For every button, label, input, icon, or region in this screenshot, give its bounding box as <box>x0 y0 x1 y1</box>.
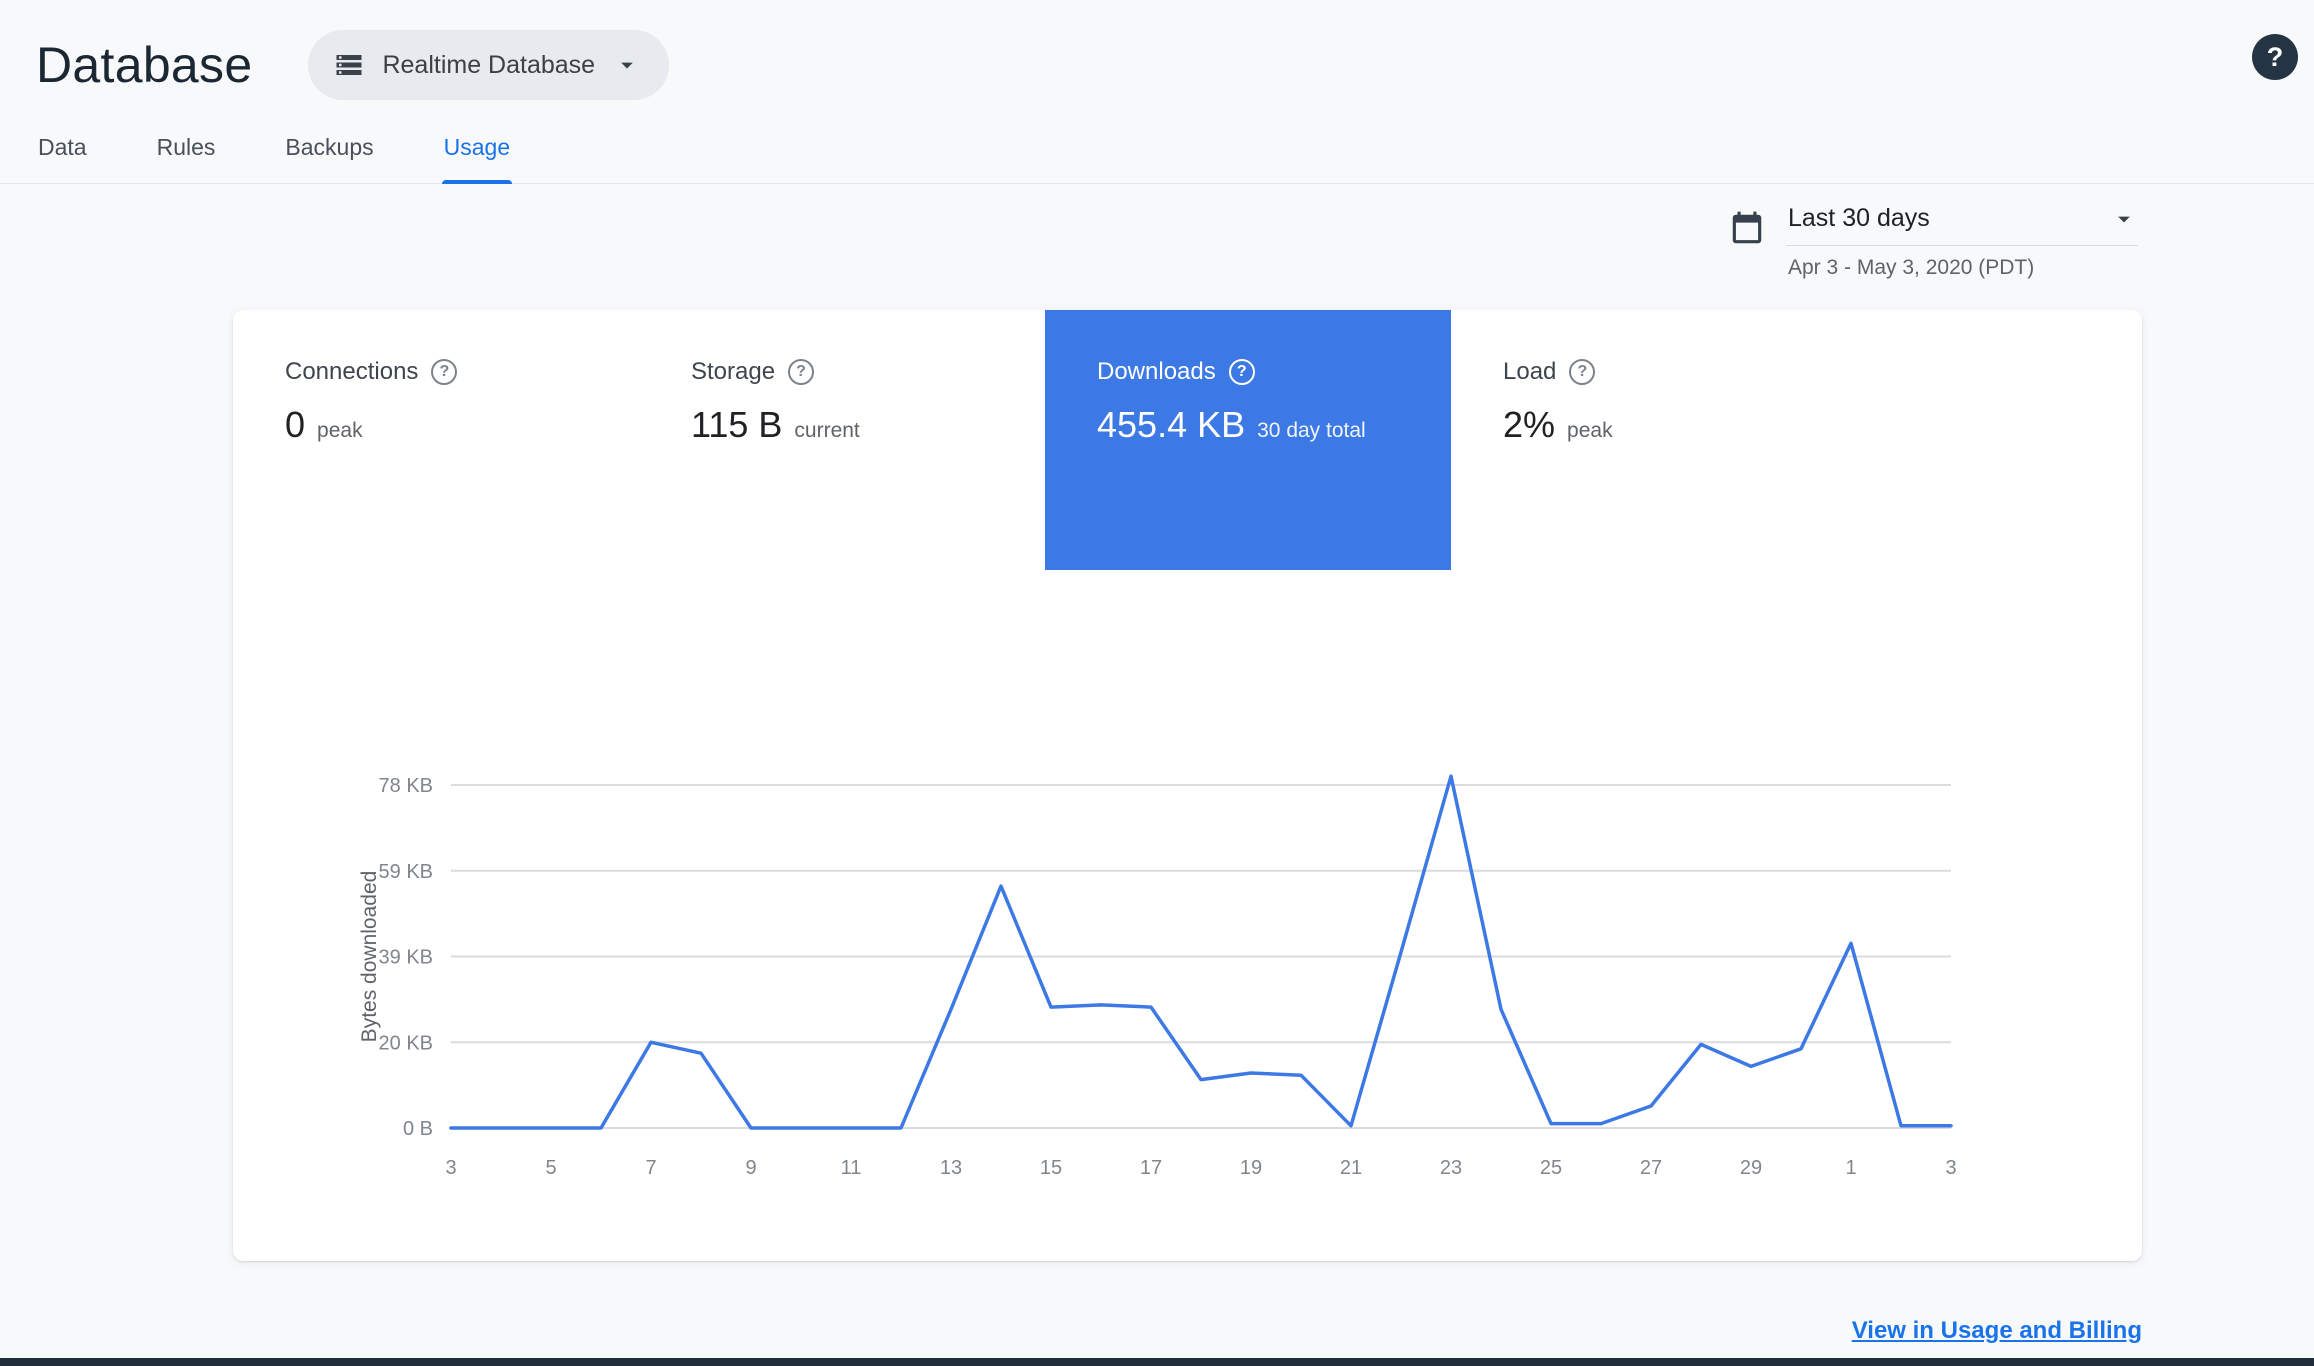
svg-text:3: 3 <box>1945 1157 1956 1179</box>
help-circle-icon[interactable]: ? <box>1569 359 1596 385</box>
usage-card: Connections ? 0 peak Storage ? 115 B cur… <box>233 310 2142 1261</box>
chart-area: 0 B 20 KB 39 KB 59 KB 78 KB 3 5 7 9 11 13 15 17 19 21 2… <box>356 730 2142 1200</box>
svg-text:5: 5 <box>545 1157 556 1179</box>
metric-tab-connections[interactable]: Connections ? 0 peak <box>233 310 639 570</box>
help-circle-icon[interactable]: ? <box>431 359 458 385</box>
metric-value: 2% <box>1503 404 1556 445</box>
metric-label: Downloads <box>1097 358 1216 385</box>
help-circle-icon[interactable]: ? <box>1228 359 1255 385</box>
svg-text:9: 9 <box>745 1157 756 1179</box>
svg-text:0 B: 0 B <box>403 1118 433 1140</box>
metric-value: 0 <box>285 404 306 445</box>
svg-text:13: 13 <box>940 1157 962 1179</box>
chevron-down-icon <box>613 51 641 79</box>
bottom-bar <box>0 1358 2314 1366</box>
metric-tabs: Connections ? 0 peak Storage ? 115 B cur… <box>233 310 2142 570</box>
metric-tab-load[interactable]: Load ? 2% peak <box>1451 310 1857 570</box>
metric-label: Connections <box>285 358 419 385</box>
svg-text:7: 7 <box>645 1157 656 1179</box>
page-title: Database <box>36 37 253 93</box>
realtime-database-usage-page: Database Realtime Database ? Data Rules … <box>0 0 2314 1366</box>
database-selector-label: Realtime Database <box>382 50 596 79</box>
downloads-chart: 0 B20 KB39 KB59 KB78 KB3 5 7 9 11 13 15 17 19 21 2… <box>358 774 1957 1179</box>
svg-text:29: 29 <box>1740 1157 1762 1179</box>
svg-text:3: 3 <box>445 1157 456 1179</box>
svg-text:15: 15 <box>1040 1157 1062 1179</box>
svg-text:27: 27 <box>1640 1157 1662 1179</box>
svg-text:39 KB: 39 KB <box>379 947 433 969</box>
date-range-label: Last 30 days <box>1788 204 1930 232</box>
svg-text:1: 1 <box>1845 1157 1856 1179</box>
calendar-icon <box>1728 210 1766 248</box>
usage-billing-link[interactable]: View in Usage and Billing <box>1852 1317 2142 1345</box>
database-selector[interactable]: Realtime Database <box>308 30 670 100</box>
svg-text:17: 17 <box>1140 1157 1162 1179</box>
help-button[interactable]: ? <box>2252 34 2298 80</box>
metric-tab-downloads[interactable]: Downloads ? 455.4 KB 30 day total <box>1045 310 1451 570</box>
metric-tab-storage[interactable]: Storage ? 115 B current <box>639 310 1045 570</box>
date-range-fields: Last 30 days Apr 3 - May 3, 2020 (PDT) <box>1786 202 2138 280</box>
metric-unit: current <box>794 419 860 442</box>
database-icon <box>334 50 364 80</box>
metric-unit: 30 day total <box>1257 419 1366 442</box>
tab-rules[interactable]: Rules <box>155 128 218 183</box>
metric-unit: peak <box>317 419 363 442</box>
svg-text:20 KB: 20 KB <box>379 1032 433 1054</box>
svg-text:59 KB: 59 KB <box>379 861 433 883</box>
svg-text:Bytes downloaded: Bytes downloaded <box>358 871 381 1043</box>
metric-label: Load <box>1503 358 1557 385</box>
tab-bar: Data Rules Backups Usage <box>0 100 2314 184</box>
header: Database Realtime Database ? <box>0 0 2314 100</box>
tab-data[interactable]: Data <box>36 128 89 183</box>
metric-value: 455.4 KB <box>1097 404 1246 445</box>
metric-label: Storage <box>691 358 776 385</box>
chevron-down-icon <box>2110 205 2138 233</box>
svg-text:23: 23 <box>1440 1157 1462 1179</box>
metric-unit: peak <box>1567 419 1613 442</box>
tab-usage[interactable]: Usage <box>441 128 513 184</box>
metric-value: 115 B <box>691 404 783 445</box>
svg-text:11: 11 <box>841 1157 862 1179</box>
svg-text:21: 21 <box>1340 1157 1362 1179</box>
svg-text:25: 25 <box>1540 1157 1562 1179</box>
tab-backups[interactable]: Backups <box>283 128 375 183</box>
svg-text:19: 19 <box>1240 1157 1262 1179</box>
help-circle-icon[interactable]: ? <box>788 359 815 385</box>
question-mark-icon: ? <box>2266 41 2284 72</box>
date-range-preset-row[interactable]: Last 30 days <box>1786 202 2138 246</box>
svg-text:78 KB: 78 KB <box>379 775 433 797</box>
date-range-picker[interactable]: Last 30 days Apr 3 - May 3, 2020 (PDT) <box>1728 202 2138 280</box>
date-range-detail: Apr 3 - May 3, 2020 (PDT) <box>1788 256 2035 279</box>
